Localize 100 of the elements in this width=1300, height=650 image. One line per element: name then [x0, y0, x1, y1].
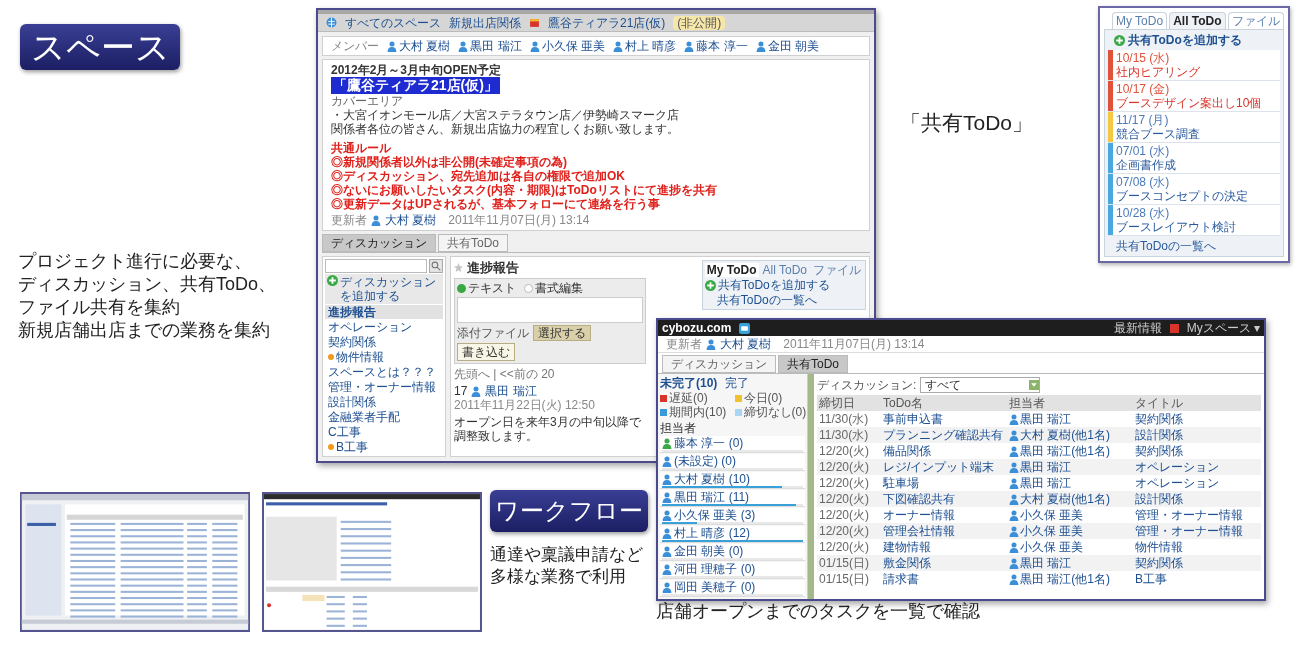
author-link[interactable]: 黒田 瑞江 — [485, 384, 537, 398]
discussion-item[interactable]: 物件情報 — [325, 350, 443, 364]
assignee-link[interactable]: 小久保 亜美 — [1020, 540, 1084, 554]
todo-list-link[interactable]: 共有ToDoの一覧へ — [704, 293, 817, 307]
title-link[interactable]: 設計関係 — [1135, 492, 1183, 506]
add-discussion-button[interactable]: ディスカッションを追加する — [325, 274, 443, 304]
tab[interactable]: ファイル — [811, 263, 863, 277]
discussion-item[interactable]: オペレーション — [325, 320, 443, 334]
todo-link[interactable]: 備品関係 — [883, 444, 931, 458]
tab[interactable]: ディスカッション — [662, 355, 776, 373]
title-link[interactable]: 管理・オーナー情報 — [1135, 524, 1243, 538]
format-radio[interactable]: テキスト — [457, 281, 516, 295]
assignee-link[interactable]: 大村 夏樹(他1名) — [1020, 428, 1110, 442]
title-link[interactable]: 物件情報 — [1135, 540, 1183, 554]
todo-link[interactable]: レジ/インプット端末 — [883, 460, 995, 474]
breadcrumb-link[interactable]: すべてのスペース — [345, 15, 441, 30]
todo-link[interactable]: 駐車場 — [883, 476, 919, 490]
table-cell: 01/15(日) — [819, 556, 870, 570]
title-link[interactable]: オペレーション — [1135, 460, 1219, 474]
title-link[interactable]: 管理・オーナー情報 — [1135, 508, 1243, 522]
assignee-item[interactable]: 村上 晴彦 (12) — [660, 526, 805, 543]
tab[interactable]: ディスカッション — [322, 234, 436, 252]
title-link[interactable]: 契約関係 — [1135, 556, 1183, 570]
assignee-item[interactable]: 大村 夏樹 (10) — [660, 472, 805, 489]
assignee-link[interactable]: 黒田 瑞江 — [1020, 412, 1072, 426]
discussion-item[interactable]: 設計関係 — [325, 395, 443, 409]
title-link[interactable]: B工事 — [1135, 572, 1167, 586]
todo-link[interactable]: オーナー情報 — [883, 508, 955, 522]
todo-item[interactable]: 11/17 (月) 競合ブース調査 — [1108, 112, 1280, 143]
tab[interactable]: 共有ToDo — [438, 234, 508, 252]
message-field[interactable] — [457, 297, 643, 323]
todo-item[interactable]: 07/08 (水) ブースコンセプトの決定 — [1108, 174, 1280, 205]
discussion-item[interactable]: 契約関係 — [325, 335, 443, 349]
member-link[interactable]: 黒田 瑞江 — [470, 39, 522, 53]
todo-title: ブースデザイン案出し10個 — [1116, 96, 1262, 110]
todo-item[interactable]: 10/15 (水) 社内ヒアリング — [1108, 50, 1280, 81]
assignee-link[interactable]: 黒田 瑞江 — [1020, 476, 1072, 490]
discussion-item[interactable]: C工事 — [325, 425, 443, 439]
header-link[interactable]: Myスペース ▾ — [1186, 321, 1260, 335]
member-link[interactable]: 大村 夏樹 — [399, 39, 451, 53]
submit-button[interactable]: 書き込む — [457, 343, 515, 361]
header-link[interactable]: 最新情報 — [1113, 321, 1162, 335]
updater-link[interactable]: 大村 夏樹 — [720, 337, 772, 351]
member-link[interactable]: 藤本 淳一 — [696, 39, 748, 53]
breadcrumb-link[interactable]: 鷹谷ティアラ21店(仮) — [548, 15, 666, 30]
discussion-item[interactable]: 金融業者手配 — [325, 410, 443, 424]
updater-link[interactable]: 大村 夏樹 — [385, 213, 437, 227]
title-link[interactable]: オペレーション — [1135, 476, 1219, 490]
discussion-item[interactable]: 進捗報告 — [325, 305, 443, 319]
tab[interactable]: My ToDo — [1112, 12, 1168, 29]
status-tab[interactable]: 未完了(10) — [660, 376, 718, 390]
add-todo-link[interactable]: 共有ToDoを追加する — [704, 278, 830, 292]
todo-link[interactable]: 建物情報 — [883, 540, 931, 554]
assignee-item[interactable]: 黒田 瑞江 (11) — [660, 490, 805, 507]
tab[interactable]: All ToDo — [760, 263, 809, 277]
todo-item[interactable]: 07/01 (水) 企画書作成 — [1108, 143, 1280, 174]
choose-file-button[interactable]: 選択する — [533, 325, 591, 341]
breadcrumb-link[interactable]: 新規出店関係 — [449, 15, 521, 30]
tab[interactable]: My ToDo — [704, 263, 759, 277]
pager-link[interactable]: 先頭へ | <<前の 20 — [454, 367, 555, 381]
assignee-link[interactable]: 黒田 瑞江 — [1020, 460, 1072, 474]
todo-item[interactable]: 10/28 (水) ブースレイアウト検討 — [1108, 205, 1280, 236]
todo-link[interactable]: 敷金関係 — [883, 556, 931, 570]
discussion-item[interactable]: スペースとは？？？ — [325, 365, 443, 379]
members-label: メンバー — [331, 39, 379, 53]
add-todo-link[interactable]: 共有ToDoを追加する — [1108, 33, 1280, 47]
discussion-filter-dropdown[interactable]: すべて — [920, 377, 1041, 393]
discussion-item[interactable]: B工事 — [325, 440, 443, 454]
status-tab[interactable]: 完了 — [725, 376, 750, 390]
todo-link[interactable]: 下図確認共有 — [883, 492, 955, 506]
todo-link[interactable]: プランニング確認共有 — [883, 428, 1003, 442]
format-radio[interactable]: 書式編集 — [524, 281, 583, 295]
assignee-link[interactable]: 黒田 瑞江(他1名) — [1020, 572, 1110, 586]
todo-list-link[interactable]: 共有ToDoの一覧へ — [1108, 239, 1280, 253]
todo-link[interactable]: 管理会社情報 — [883, 524, 955, 538]
assignee-item[interactable]: 小久保 亜美 (3) — [660, 508, 805, 525]
title-link[interactable]: 契約関係 — [1135, 444, 1183, 458]
todo-link[interactable]: 請求書 — [883, 572, 919, 586]
assignee-link[interactable]: 大村 夏樹(他1名) — [1020, 492, 1110, 506]
assignee-item[interactable]: 岡田 美穂子 (0) — [660, 580, 805, 597]
tab[interactable]: 共有ToDo — [778, 355, 848, 373]
tab[interactable]: ファイル — [1227, 12, 1284, 29]
title-link[interactable]: 契約関係 — [1135, 412, 1183, 426]
assignee-link[interactable]: 黒田 瑞江 — [1020, 556, 1072, 570]
assignee-link[interactable]: 黒田 瑞江(他1名) — [1020, 444, 1110, 458]
assignee-item[interactable]: 藤本 淳一 (0) — [660, 436, 805, 453]
assignee-link[interactable]: 小久保 亜美 — [1020, 524, 1084, 538]
discussion-item[interactable]: 管理・オーナー情報 — [325, 380, 443, 394]
assignee-link[interactable]: 小久保 亜美 — [1020, 508, 1084, 522]
member-link[interactable]: 村上 晴彦 — [625, 39, 677, 53]
member-link[interactable]: 小久保 亜美 — [541, 39, 606, 53]
todo-link[interactable]: 事前申込書 — [883, 412, 943, 426]
todo-item[interactable]: 10/17 (金) ブースデザイン案出し10個 — [1108, 81, 1280, 112]
member-link[interactable]: 金田 朝美 — [767, 39, 820, 53]
assignee-item[interactable]: 河田 理穂子 (0) — [660, 562, 805, 579]
title-link[interactable]: 設計関係 — [1135, 428, 1183, 442]
assignee-item[interactable]: (未設定) (0) — [660, 454, 805, 471]
assignee-item[interactable]: 金田 朝美 (0) — [660, 544, 805, 561]
tab[interactable]: All ToDo — [1169, 12, 1226, 29]
search-field[interactable] — [325, 259, 427, 273]
